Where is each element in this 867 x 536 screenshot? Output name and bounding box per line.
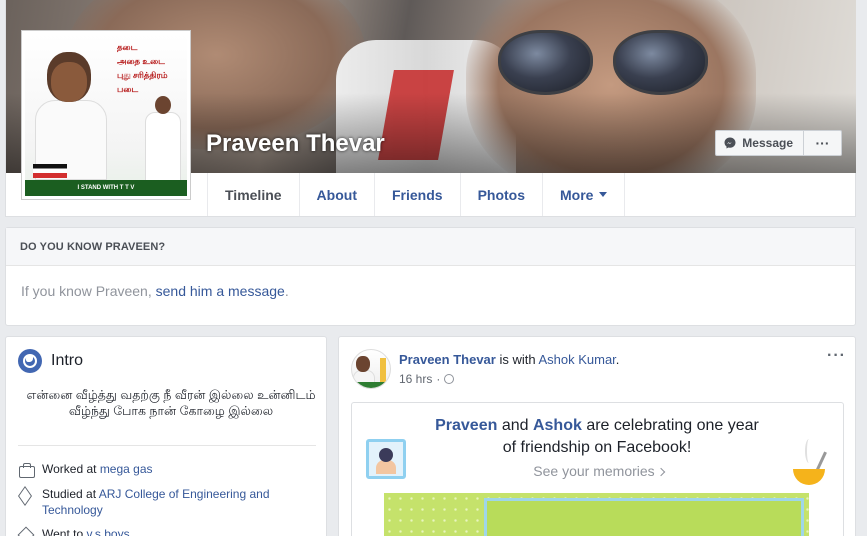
post-with-text: is with: [495, 352, 539, 367]
intro-bio: என்னை வீழ்த்து வதற்கு நீ வீரன் இல்லை உன்…: [26, 388, 316, 418]
graduation-cap-icon: [18, 487, 34, 503]
globe-icon: [18, 349, 42, 373]
messenger-icon: [724, 137, 736, 149]
post-author-link[interactable]: Praveen Thevar: [399, 352, 496, 367]
memory-name-1[interactable]: Praveen: [435, 417, 497, 434]
chevron-right-icon: [656, 467, 665, 477]
tab-more-label: More: [560, 186, 594, 203]
workplace-link[interactable]: mega gas: [100, 462, 153, 476]
tab-friends[interactable]: Friends: [375, 173, 461, 216]
profile-name[interactable]: Praveen Thevar: [206, 130, 385, 158]
do-you-know-heading: DO YOU KNOW PRAVEEN?: [6, 228, 855, 266]
intro-item-work: Worked at mega gas: [18, 461, 318, 478]
profile-picture-person: [35, 52, 107, 180]
see-memories-label: See your memories: [533, 463, 655, 479]
post-with-suffix: .: [615, 352, 620, 367]
sunglasses-graphic: [498, 30, 718, 100]
intro-card: Intro என்னை வீழ்த்து வதற்கு நீ வீரன் இல்…: [5, 336, 327, 536]
message-button[interactable]: Message: [715, 130, 804, 156]
tab-about[interactable]: About: [300, 173, 375, 216]
profile-picture-person-small: [143, 96, 183, 192]
post-timestamp[interactable]: 16 hrs: [399, 372, 432, 386]
more-options-button[interactable]: ···: [804, 130, 842, 156]
intro-list: Worked at mega gas Studied at ARJ Colleg…: [18, 461, 318, 536]
party-flag-graphic: [33, 164, 67, 178]
memory-and: and: [497, 417, 533, 434]
message-button-label: Message: [742, 136, 793, 150]
public-globe-icon[interactable]: [444, 374, 455, 384]
intro-item-prefix: Worked at: [42, 462, 100, 476]
post-options-button[interactable]: ···: [827, 347, 846, 365]
cover-actions: Message ···: [715, 130, 842, 156]
profile-nav: Timeline About Friends Photos More: [207, 173, 626, 216]
post-card: Praveen Thevar is with Ashok Kumar. 16 h…: [338, 336, 856, 536]
see-memories-link[interactable]: See your memories: [352, 463, 843, 479]
tab-more[interactable]: More: [543, 173, 626, 216]
memory-illustration: [384, 493, 809, 536]
tab-timeline[interactable]: Timeline: [208, 173, 300, 216]
friendship-memory-card[interactable]: Praveen and Ashok are celebrating one ye…: [351, 402, 844, 536]
profile-picture-text: தடை அதை உடை புது சரித்திரம் படை: [117, 42, 168, 94]
intro-header: Intro: [18, 349, 83, 373]
memory-name-2[interactable]: Ashok: [533, 417, 582, 434]
school-icon: [18, 527, 34, 536]
intro-item-school: Went to v.s.boys: [18, 526, 318, 536]
send-message-link[interactable]: send him a message: [156, 283, 285, 299]
coffee-cup-icon: [793, 439, 833, 485]
divider: [18, 445, 316, 446]
profile-picture-banner: I STAND WITH T T V: [25, 180, 187, 196]
profile-header: Praveen Thevar Message ··· தடை அதை உடை ப…: [5, 0, 856, 217]
school-link[interactable]: v.s.boys: [86, 527, 129, 536]
intro-item-study: Studied at ARJ College of Engineering an…: [18, 486, 318, 518]
intro-item-prefix: Went to: [42, 527, 87, 536]
do-you-know-suffix: .: [284, 283, 289, 299]
intro-title: Intro: [51, 352, 84, 369]
meta-separator: ·: [436, 372, 441, 386]
caret-down-icon: [599, 192, 608, 197]
do-you-know-card: DO YOU KNOW PRAVEEN? If you know Praveen…: [5, 227, 856, 326]
post-author-line: Praveen Thevar is with Ashok Kumar.: [399, 352, 619, 367]
briefcase-icon: [18, 462, 35, 478]
memory-text: Praveen and Ashok are celebrating one ye…: [432, 415, 762, 459]
intro-item-prefix: Studied at: [42, 487, 99, 501]
do-you-know-body: If you know Praveen, send him a message.: [6, 266, 855, 299]
tagged-friend-link[interactable]: Ashok Kumar: [538, 352, 615, 367]
post-meta: 16 hrs ·: [399, 372, 455, 386]
profile-picture[interactable]: தடை அதை உடை புது சரித்திரம் படை I STAND …: [21, 30, 191, 200]
post-author-avatar[interactable]: [351, 349, 391, 389]
do-you-know-text: If you know Praveen,: [21, 283, 156, 299]
tab-photos[interactable]: Photos: [461, 173, 544, 216]
